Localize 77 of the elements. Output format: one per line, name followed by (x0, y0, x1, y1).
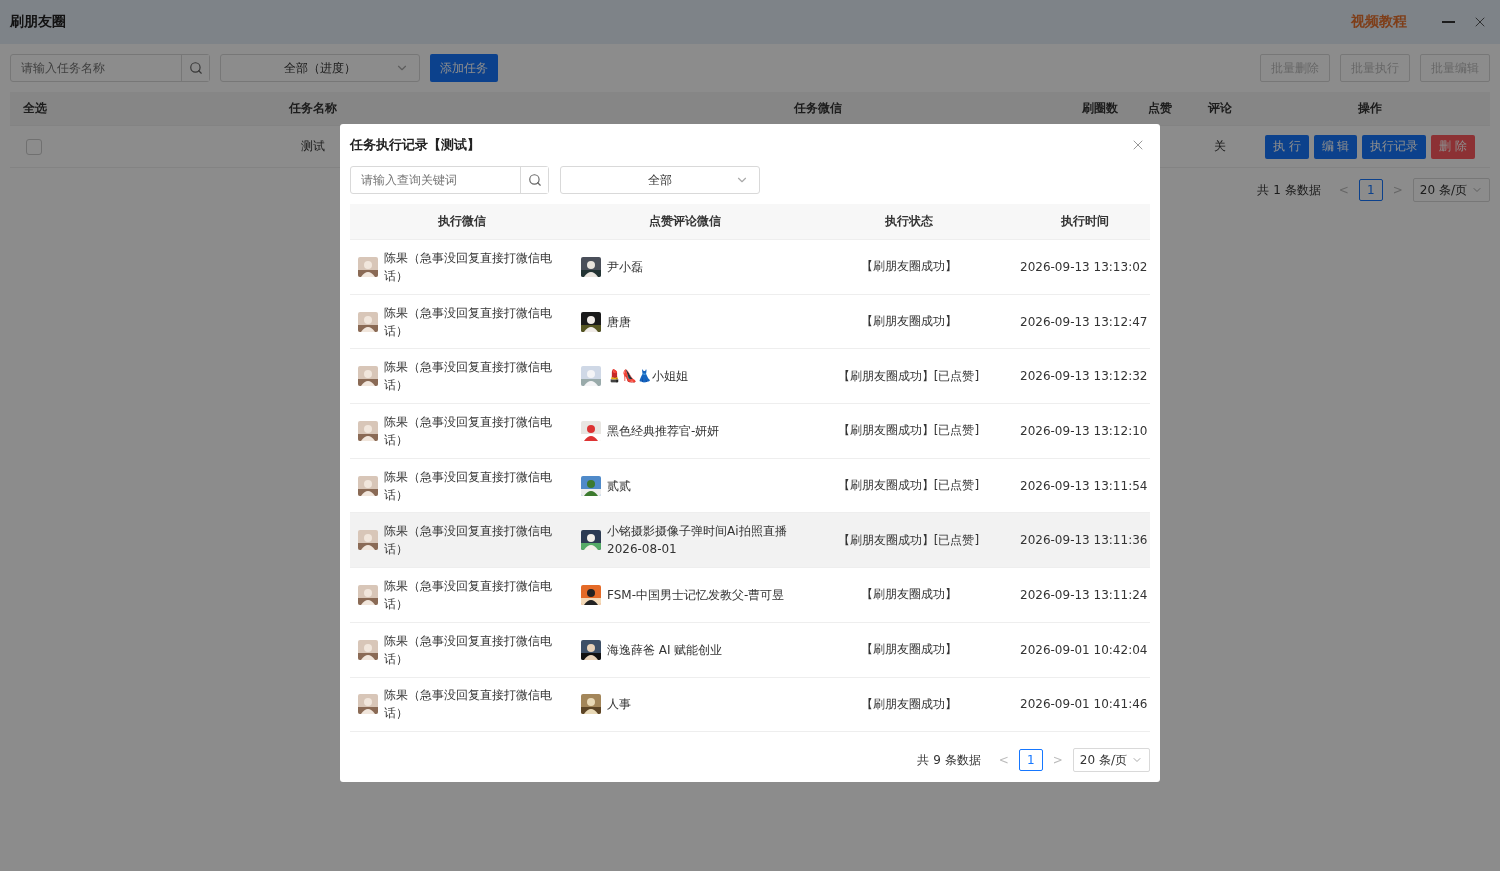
dialog-title: 任务执行记录【测试】 (350, 136, 480, 154)
column-header: 执行时间 (1060, 213, 1110, 230)
table-cell: 测试 (300, 138, 325, 155)
column-header: 刷圈数 (1082, 100, 1118, 117)
contact-name: 贰贰 (607, 477, 631, 495)
column-header: 全选 (23, 100, 47, 117)
page-size-select[interactable]: 20 条/页 (1072, 748, 1150, 772)
status-text: 【刷朋友圈成功】[已点赞] (836, 477, 981, 495)
search-field[interactable]: 请输入任务名称 (10, 54, 210, 82)
time-text: 2026-09-13 13:11:24 (1020, 587, 1149, 602)
previous-page[interactable]: < (996, 753, 1011, 767)
previous-page[interactable]: < (1336, 183, 1351, 197)
search-icon[interactable] (520, 167, 548, 193)
contact-name: 海逸薛爸 AI 赋能创业 (607, 641, 723, 659)
tutorial-link[interactable]: 视频教程 (1351, 13, 1407, 31)
status-text: 【刷朋友圈成功】 (859, 695, 958, 713)
page-number[interactable]: 1 (1018, 749, 1043, 771)
status-text: 【刷朋友圈成功】 (859, 586, 958, 604)
contact-name: 黑色经典推荐官-妍妍 (607, 422, 720, 440)
time-text: 2026-09-13 13:12:32 (1020, 369, 1149, 384)
status-text: 【刷朋友圈成功】[已点赞] (836, 531, 981, 549)
column-header: 执行状态 (883, 213, 934, 230)
status-text: 【刷朋友圈成功】 (859, 641, 958, 659)
search-icon[interactable] (181, 55, 209, 81)
executor-name: 陈果（急事没回复直接打微信电话） (384, 249, 553, 285)
column-header: 任务微信 (793, 100, 842, 117)
action-button[interactable]: 编 辑 (1313, 134, 1358, 159)
executor-name: 陈果（急事没回复直接打微信电话） (384, 413, 553, 449)
time-text: 2026-09-13 13:12:10 (1020, 423, 1149, 438)
action-button[interactable]: 执行记录 (1362, 134, 1427, 159)
contact-name: 尹小磊 (607, 258, 643, 276)
progress-select[interactable]: 全部（进度） (220, 54, 420, 82)
column-header: 执行微信 (436, 213, 487, 230)
status-select[interactable]: 全部 (560, 166, 760, 194)
status-text: 【刷朋友圈成功】[已点赞] (836, 367, 981, 385)
executor-name: 陈果（急事没回复直接打微信电话） (384, 577, 553, 613)
search-input[interactable]: 请输入查询关键词 (351, 167, 520, 193)
status-text: 【刷朋友圈成功】[已点赞] (836, 422, 981, 440)
executor-name: 陈果（急事没回复直接打微信电话） (384, 304, 553, 340)
executor-name: 陈果（急事没回复直接打微信电话） (384, 523, 553, 559)
column-header: 点赞 (1148, 100, 1172, 117)
next-page[interactable]: > (1390, 183, 1405, 197)
search-input[interactable]: 请输入任务名称 (11, 55, 181, 81)
search-field[interactable]: 请输入查询关键词 (350, 166, 549, 194)
time-text: 2026-09-01 10:42:04 (1020, 642, 1149, 657)
time-text: 2026-09-13 13:11:54 (1020, 478, 1149, 493)
executor-name: 陈果（急事没回复直接打微信电话） (384, 632, 553, 668)
contact-name: 小铭摄影摄像子弹时间Ai拍照直播 2026-08-01 (607, 523, 788, 559)
executor-name: 陈果（急事没回复直接打微信电话） (384, 687, 553, 723)
contact-name: FSM-中国男士记忆发教父-曹可昱 (607, 586, 785, 604)
next-page[interactable]: > (1050, 753, 1065, 767)
contact-name: 💄👠👗小姐姐 (607, 368, 688, 386)
column-header: 操作 (1358, 100, 1382, 117)
contact-name: 人事 (607, 696, 631, 714)
window-title: 刷朋友圈 (10, 13, 67, 31)
total-count: 共 9 条数据 (917, 751, 981, 769)
action-button[interactable]: 执 行 (1264, 134, 1309, 159)
page-size-select[interactable]: 20 条/页 (1412, 178, 1490, 202)
time-text: 2026-09-01 10:41:46 (1020, 697, 1149, 712)
total-count: 共 1 条数据 (1257, 181, 1321, 199)
contact-name: 唐唐 (607, 313, 631, 331)
page-number[interactable]: 1 (1358, 179, 1383, 201)
add-task-button[interactable]: 添加任务 (430, 54, 498, 82)
minimize-icon (1442, 21, 1455, 23)
executor-name: 陈果（急事没回复直接打微信电话） (384, 359, 553, 395)
executor-name: 陈果（急事没回复直接打微信电话） (384, 468, 553, 504)
time-text: 2026-09-13 13:13:02 (1020, 259, 1149, 274)
row-checkbox[interactable] (26, 138, 42, 155)
action-button[interactable]: 删 除 (1431, 134, 1476, 159)
column-header: 点赞评论微信 (648, 213, 722, 230)
column-header: 任务名称 (288, 100, 337, 117)
status-text: 【刷朋友圈成功】 (859, 313, 958, 331)
time-text: 2026-09-13 13:11:36 (1020, 533, 1149, 548)
table-cell: 关 (1214, 138, 1226, 155)
time-text: 2026-09-13 13:12:47 (1020, 314, 1149, 329)
column-header: 评论 (1208, 100, 1232, 117)
status-text: 【刷朋友圈成功】 (859, 258, 958, 276)
